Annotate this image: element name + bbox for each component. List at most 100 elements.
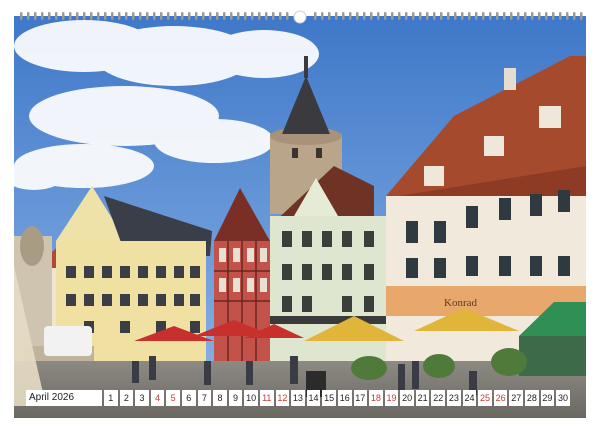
binding-ring xyxy=(503,12,506,20)
binding-ring xyxy=(377,12,380,20)
binding-ring xyxy=(27,12,30,20)
day-cell: 6 xyxy=(181,390,196,406)
day-cell: 23 xyxy=(447,390,461,406)
binding-ring xyxy=(55,12,58,20)
day-cell: 22 xyxy=(431,390,446,406)
day-cell: 28 xyxy=(525,390,539,406)
binding-ring xyxy=(454,12,457,20)
month-label: April 2026 xyxy=(26,390,102,406)
binding-ring xyxy=(335,12,338,20)
binding-ring xyxy=(118,12,121,20)
binding-ring xyxy=(125,12,128,20)
binding-ring xyxy=(426,12,429,20)
day-cell: 27 xyxy=(509,390,524,406)
binding-ring xyxy=(559,12,562,20)
spiral-binding xyxy=(14,10,586,24)
binding-ring xyxy=(475,12,478,20)
day-cell: 21 xyxy=(415,390,430,406)
binding-ring xyxy=(202,12,205,20)
binding-ring xyxy=(349,12,352,20)
binding-ring xyxy=(356,12,359,20)
binding-ring xyxy=(510,12,513,20)
day-cell: 12 xyxy=(275,390,290,406)
day-cell: 4 xyxy=(150,390,165,406)
binding-ring xyxy=(90,12,93,20)
day-cell: 19 xyxy=(384,390,399,406)
day-cell: 29 xyxy=(540,390,555,406)
day-cell: 18 xyxy=(369,390,383,406)
binding-ring xyxy=(496,12,499,20)
binding-ring xyxy=(314,12,317,20)
day-cell: 30 xyxy=(556,390,570,406)
binding-ring xyxy=(83,12,86,20)
binding-ring xyxy=(433,12,436,20)
binding-ring xyxy=(398,12,401,20)
binding-ring xyxy=(244,12,247,20)
binding-ring xyxy=(328,12,331,20)
binding-ring xyxy=(111,12,114,20)
day-cell: 2 xyxy=(119,390,134,406)
binding-ring xyxy=(146,12,149,20)
binding-ring xyxy=(132,12,135,20)
binding-ring xyxy=(216,12,219,20)
binding-ring xyxy=(167,12,170,20)
day-cell: 16 xyxy=(337,390,352,406)
binding-ring xyxy=(489,12,492,20)
day-cell: 26 xyxy=(493,390,508,406)
day-cell: 11 xyxy=(259,390,274,406)
binding-ring xyxy=(209,12,212,20)
binding-ring xyxy=(34,12,37,20)
day-cell: 1 xyxy=(104,390,118,406)
shop-sign: Konrad xyxy=(444,297,477,309)
binding-ring xyxy=(461,12,464,20)
binding-ring xyxy=(223,12,226,20)
binding-ring xyxy=(76,12,79,20)
day-cell: 20 xyxy=(400,390,414,406)
binding-ring xyxy=(370,12,373,20)
binding-ring xyxy=(265,12,268,20)
binding-ring xyxy=(195,12,198,20)
binding-ring xyxy=(531,12,534,20)
binding-ring xyxy=(412,12,415,20)
binding-ring xyxy=(20,12,23,20)
binding-ring xyxy=(62,12,65,20)
binding-ring xyxy=(181,12,184,20)
calendar-photo: Konrad xyxy=(14,16,586,418)
binding-ring xyxy=(482,12,485,20)
day-cell: 10 xyxy=(244,390,258,406)
binding-ring xyxy=(447,12,450,20)
binding-ring xyxy=(97,12,100,20)
binding-ring xyxy=(174,12,177,20)
day-cell: 14 xyxy=(306,390,321,406)
binding-ring xyxy=(272,12,275,20)
binding-ring xyxy=(419,12,422,20)
binding-ring xyxy=(104,12,107,20)
binding-ring xyxy=(230,12,233,20)
calendar-page: Konrad April 2026 1 2 3 4 5 6 7 8 9 10 1… xyxy=(0,0,600,432)
day-cell: 13 xyxy=(291,390,305,406)
day-cell: 7 xyxy=(197,390,212,406)
binding-ring xyxy=(286,12,289,20)
day-cell: 15 xyxy=(322,390,336,406)
binding-ring xyxy=(384,12,387,20)
day-cell: 25 xyxy=(478,390,492,406)
binding-ring xyxy=(153,12,156,20)
binding-ring xyxy=(69,12,72,20)
day-cell: 5 xyxy=(166,390,180,406)
binding-ring xyxy=(363,12,366,20)
binding-ring xyxy=(405,12,408,20)
binding-ring xyxy=(538,12,541,20)
binding-ring xyxy=(524,12,527,20)
binding-ring xyxy=(48,12,51,20)
binding-ring xyxy=(440,12,443,20)
binding-ring xyxy=(566,12,569,20)
binding-ring xyxy=(391,12,394,20)
binding-ring xyxy=(160,12,163,20)
day-cell: 17 xyxy=(353,390,368,406)
hanger-hole xyxy=(293,10,307,24)
day-cell: 9 xyxy=(228,390,243,406)
binding-ring xyxy=(251,12,254,20)
binding-ring xyxy=(139,12,142,20)
day-cell: 8 xyxy=(213,390,227,406)
date-strip: April 2026 1 2 3 4 5 6 7 8 9 10 11 12 13 14 15 16 17 18 19… xyxy=(26,390,570,406)
